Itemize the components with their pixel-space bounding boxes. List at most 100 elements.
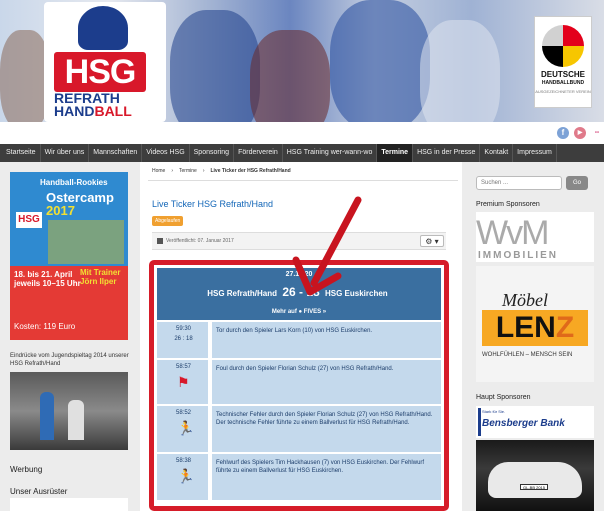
jugendspieltag-photo[interactable] [10,372,128,450]
nav-foerderverein[interactable]: Förderverein [234,144,283,162]
handball-player-icon [78,6,128,50]
logo-subtitle: REFRATH HANDBALL [54,91,158,119]
ticker-time-cell: 59:30 26 : 18 [157,322,210,358]
publish-date: Veröffentlicht: 07. Januar 2017 [166,238,234,244]
ausruester-logo[interactable] [10,498,128,511]
ticker-row: 58:38 🏃 Fehlwurf des Spielers Tim Hackha… [157,454,441,500]
camp-cost: Kosten: 119 Euro [14,322,76,331]
home-team: HSG Refrath/Hand [207,289,277,298]
dhb-subtitle: AUSGEZEICHNETER VEREIN [535,89,591,94]
ticker-time-cell: 58:57 ⚑ [157,360,210,404]
nav-startseite[interactable]: Startseite [2,144,41,162]
photo-figure [68,400,84,440]
article-meta: Veröffentlicht: 07. Januar 2017 [152,232,446,250]
ticker-row: 59:30 26 : 18 Tor durch den Spieler Lars… [157,322,441,358]
lenz-z: Z [555,311,575,344]
gear-icon[interactable]: ⚙ ▾ [420,235,444,247]
wvm-sponsor[interactable]: WvM IMMOBILIEN [476,212,594,262]
lenz-sponsor[interactable]: Möbel LENZ WOHLFÜHLEN – MENSCH SEIN [476,266,594,382]
away-team: HSG Euskirchen [325,289,388,298]
page-title[interactable]: Live Ticker HSG Refrath/Hand [152,199,273,209]
werbung-heading: Werbung [10,465,43,474]
breadcrumb: Home › Termine › Live Ticker der HSG Ref… [152,168,291,174]
ticker-time-cell: 58:38 🏃 [157,454,210,500]
dhb-logo-icon [542,25,584,67]
player-icon: 🏃 [177,420,195,436]
calendar-icon [157,238,163,244]
car-ad-image[interactable]: GL-BB 2015 [476,440,594,511]
logo-hsg-text: HSG [54,52,146,92]
breadcrumb-current: Live Ticker der HSG Refrath/Hand [210,168,291,174]
nav-training[interactable]: HSG Training wer-wann-wo [283,144,378,162]
ticker-row: 58:57 ⚑ Foul durch den Spieler Florian S… [157,360,441,404]
youtube-icon[interactable]: ▶ [574,127,586,139]
dhb-title-1: DEUTSCHE [540,70,585,79]
banner-player [250,30,330,122]
lenz-logo: LENZ [482,310,588,346]
banner-player [420,20,500,122]
impressions-link[interactable]: Eindrücke vom Jugendspieltag 2014 unsere… [10,352,130,368]
nav-kontakt[interactable]: Kontakt [480,144,514,162]
scoreboard: 27.11.20 HSG Refrath/Hand 26 - 18 HSG Eu… [157,268,441,320]
ausruester-heading: Unser Ausrüster [10,487,68,496]
bensberger-sponsor[interactable]: Stark für Sie. Bensberger Bank [476,406,594,438]
lenz-tagline: WOHLFÜHLEN – MENSCH SEIN [482,352,573,358]
wvm-logo: WvM [476,214,549,252]
social-bar [0,122,604,144]
main-nav: Startseite Wir über uns Mannschaften Vid… [0,144,604,162]
banner-player [170,10,260,122]
camp-kids-photo [48,220,124,264]
fives-link[interactable]: Mehr auf ● FIVES » [157,309,441,315]
haupt-heading: Haupt Sponsoren [476,394,531,401]
ticker-text: Technischer Fehler durch den Spieler Flo… [212,406,441,452]
status-badge: Abgelaufen [152,216,184,226]
banner-player [330,0,430,122]
ticker-time: 59:30 [175,326,191,332]
camp-dates: 18. bis 21. April jeweils 10–15 Uhr [14,270,81,288]
nav-wir-ueber-uns[interactable]: Wir über uns [41,144,90,162]
ticker-row: 58:52 🏃 Technischer Fehler durch den Spi… [157,406,441,452]
breadcrumb-termine[interactable]: Termine [179,168,197,174]
live-ticker: 27.11.20 HSG Refrath/Hand 26 - 18 HSG Eu… [149,260,449,511]
nav-videos[interactable]: Videos HSG [142,144,190,162]
nav-termine[interactable]: Termine [377,144,414,162]
ticker-time: 58:38 [175,458,191,464]
nav-sponsoring[interactable]: Sponsoring [190,144,235,162]
camp-headline: Handball-Rookies [40,178,108,187]
foul-icon: ⚑ [177,374,190,390]
camp-hsg-logo: HSG [16,212,42,228]
breadcrumb-sep: › [171,168,174,174]
wvm-subtitle: IMMOBILIEN [478,250,558,261]
license-plate: GL-BB 2015 [520,484,548,490]
photo-figure [40,392,54,440]
match-score: 26 - 18 [282,285,320,299]
breadcrumb-home[interactable]: Home [152,168,165,174]
ticker-time-cell: 58:52 🏃 [157,406,210,452]
divider [148,180,458,181]
ostercamp-poster[interactable]: Handball-Rookies Ostercamp 2017 HSG 18. … [10,172,128,340]
ticker-text: Foul durch den Spieler Florian Schulz (2… [212,360,441,404]
player-icon: 🏃 [177,468,195,484]
premium-heading: Premium Sponsoren [476,201,540,208]
dhb-title-2: HANDBALLBUND [541,80,585,86]
dhb-badge[interactable]: DEUTSCHE HANDBALLBUND AUSGEZEICHNETER VE… [534,16,592,108]
search-button[interactable]: Go [566,176,588,190]
nav-mannschaften[interactable]: Mannschaften [89,144,143,162]
bensberger-slogan: Stark für Sie. [482,409,506,414]
nav-impressum[interactable]: Impressum [513,144,557,162]
nav-presse[interactable]: HSG in der Presse [413,144,481,162]
ticker-text: Tor durch den Spieler Lars Korn (10) von… [212,322,441,358]
facebook-icon[interactable]: f [557,127,569,139]
logo-handball: HANDBALL [54,103,158,119]
ticker-text: Fehlwurf des Spielers Tim Hackhausen (7)… [212,454,441,500]
ticker-score: 26 : 18 [174,336,193,342]
logo-hand: HAND [54,103,95,119]
ticker-time: 58:52 [175,410,191,416]
banner-player [0,30,50,122]
lenz-letters: LEN [495,311,556,344]
search-input[interactable]: Suchen ... [476,176,562,190]
flickr-icon[interactable]: •• [591,127,603,139]
lenz-moebel: Möbel [502,290,548,310]
ticker-time: 58:57 [175,364,191,370]
bensberger-name: Bensberger Bank [482,418,565,429]
